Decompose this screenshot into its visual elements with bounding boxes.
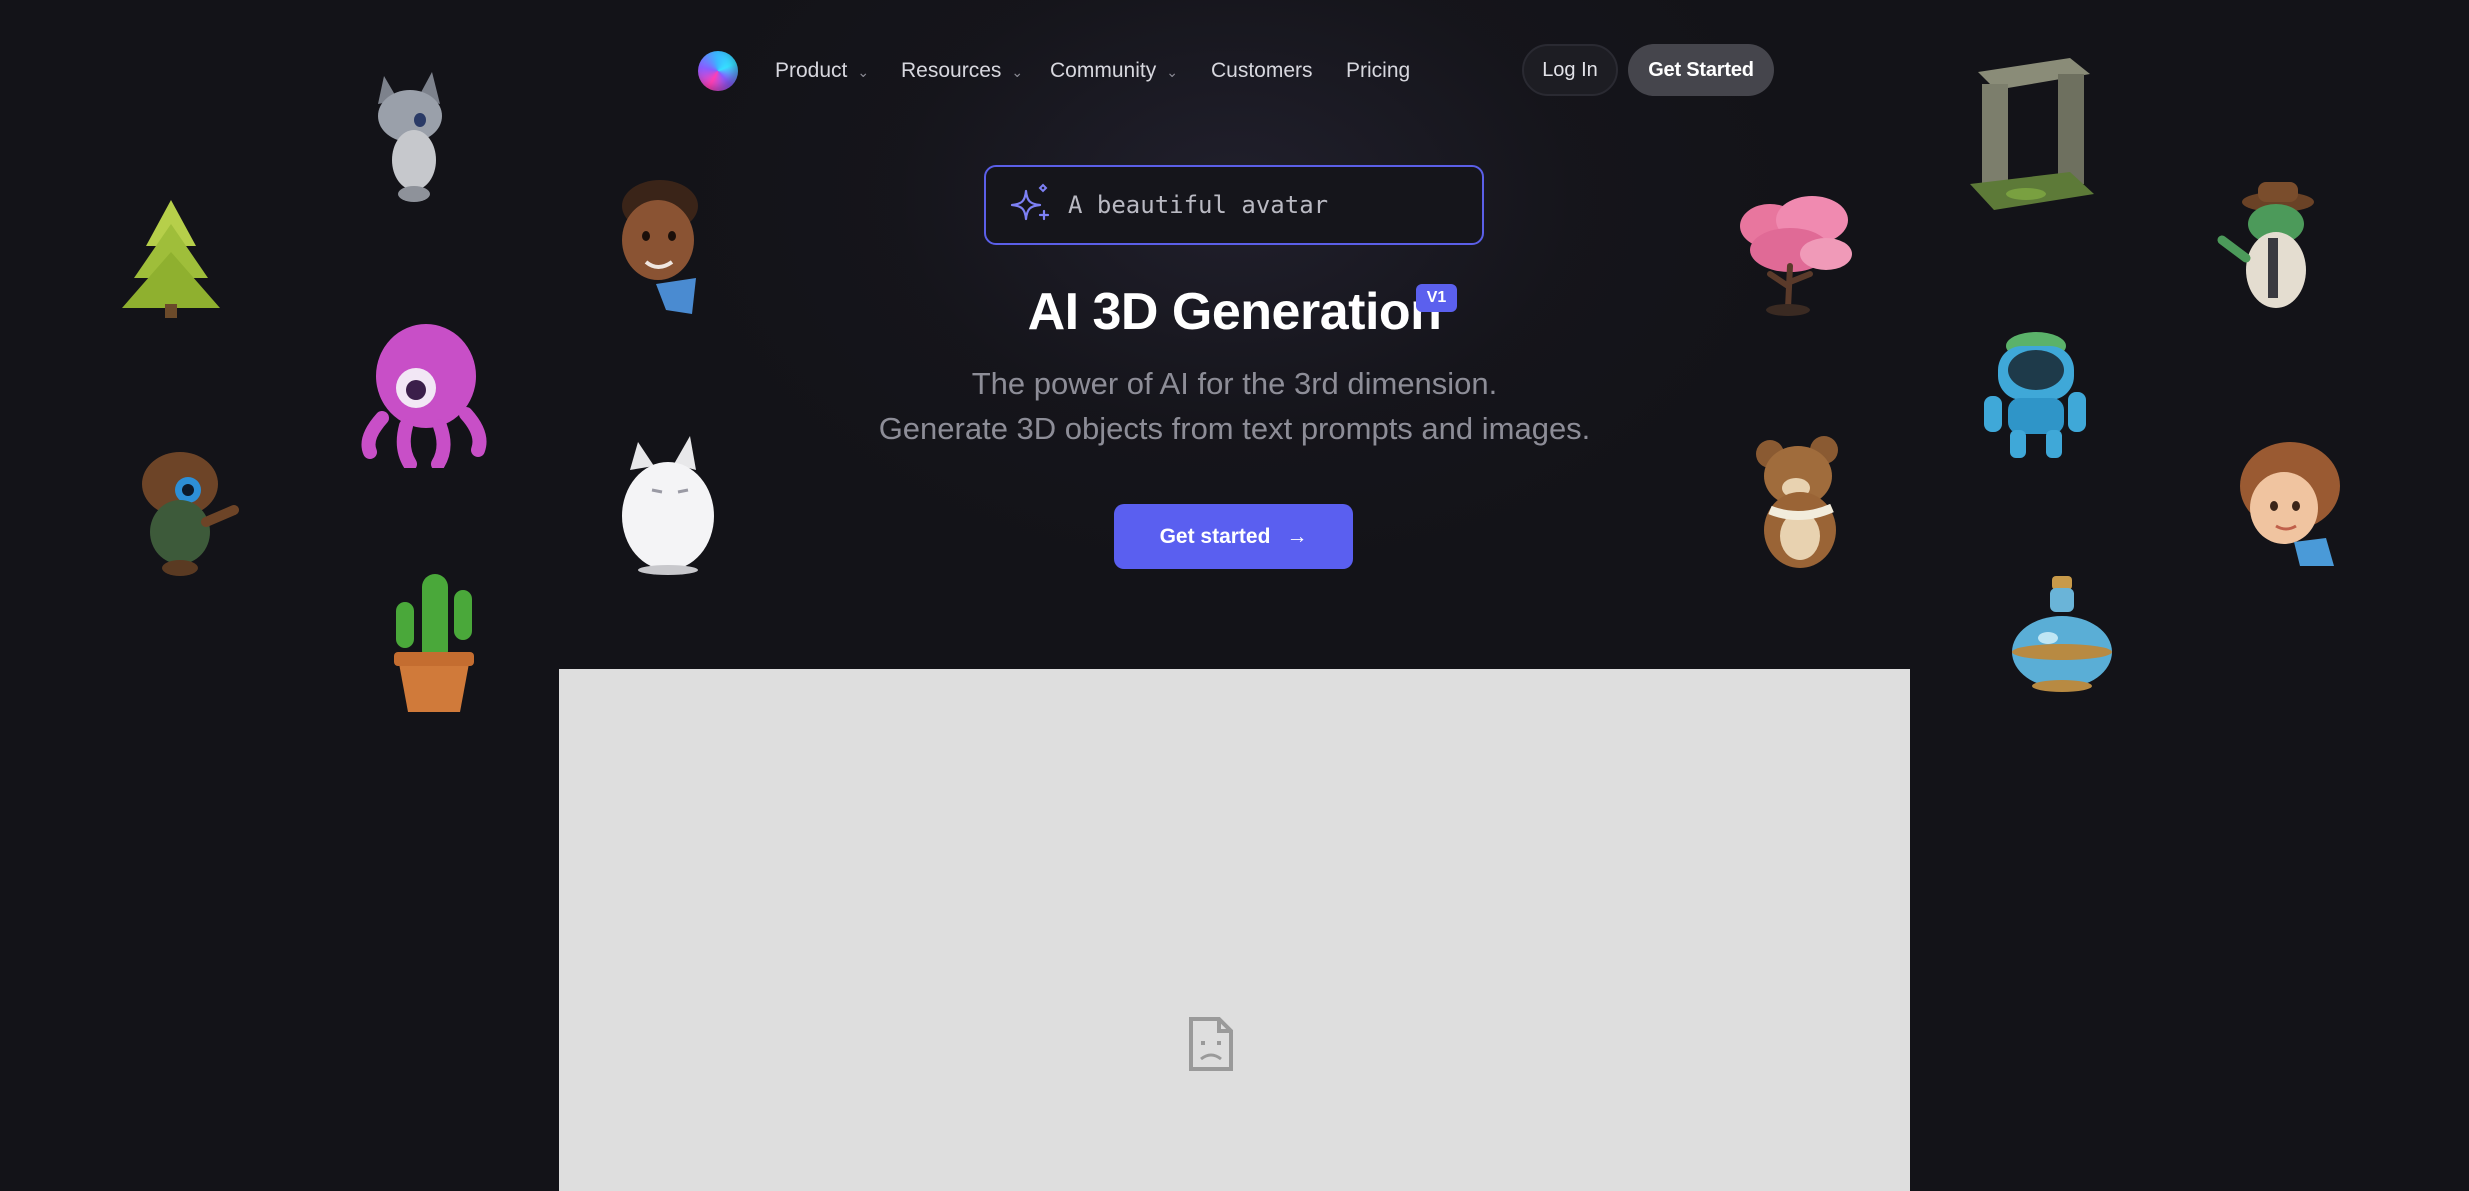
broken-image-icon [1187,1015,1235,1078]
page-title: AI 3D Generation [1027,283,1442,341]
nav-item-label: Pricing [1346,59,1411,82]
chevron-down-icon: ⌄ [857,64,870,80]
version-badge: V1 [1416,284,1457,312]
sparkles-icon [1010,183,1052,228]
nav-get-started-button[interactable]: Get Started [1628,44,1774,96]
girl-avatar-icon [2234,438,2344,573]
preview-panel [559,669,1910,1191]
octopus-character-icon [356,318,491,473]
nav-item-label: Customers [1211,59,1313,82]
boy-avatar-icon [612,176,707,326]
teddy-bear-character-icon [1746,436,1856,581]
nav-item-customers[interactable]: Customers [1211,54,1313,88]
chevron-down-icon: ⌄ [1166,64,1178,80]
arrow-right-icon: → [1286,524,1308,548]
frog-explorer-character-icon [2216,178,2326,323]
cta-label: Get started [1159,524,1271,548]
nav-item-label: Resources [901,59,1002,82]
owl-creature-icon [130,442,240,587]
prompt-text: A beautiful avatar [1068,191,1329,219]
white-cat-character-icon [616,430,721,580]
login-button[interactable]: Log In [1522,44,1618,96]
nav-item-product[interactable]: Product ⌄ [775,54,869,88]
nav-item-label: Community [1050,59,1157,82]
nav-item-resources[interactable]: Resources ⌄ [901,54,1023,88]
nav-item-label: Product [775,59,848,82]
pine-tree-icon [116,196,226,326]
get-started-button[interactable]: Get started → [1114,504,1353,569]
cat-character-icon [370,66,455,211]
nav-item-community[interactable]: Community ⌄ [1050,54,1178,88]
nav-item-pricing[interactable]: Pricing [1346,54,1410,88]
cactus-plant-icon [384,566,484,721]
brand-logo[interactable] [698,51,738,91]
prompt-input[interactable]: A beautiful avatar [984,165,1484,245]
chevron-down-icon: ⌄ [1011,64,1024,80]
potion-bottle-icon [2008,572,2118,702]
stone-arch-ruin-icon [1966,54,2096,224]
cherry-blossom-tree-icon [1730,190,1860,325]
robot-character-icon [1980,326,2090,466]
